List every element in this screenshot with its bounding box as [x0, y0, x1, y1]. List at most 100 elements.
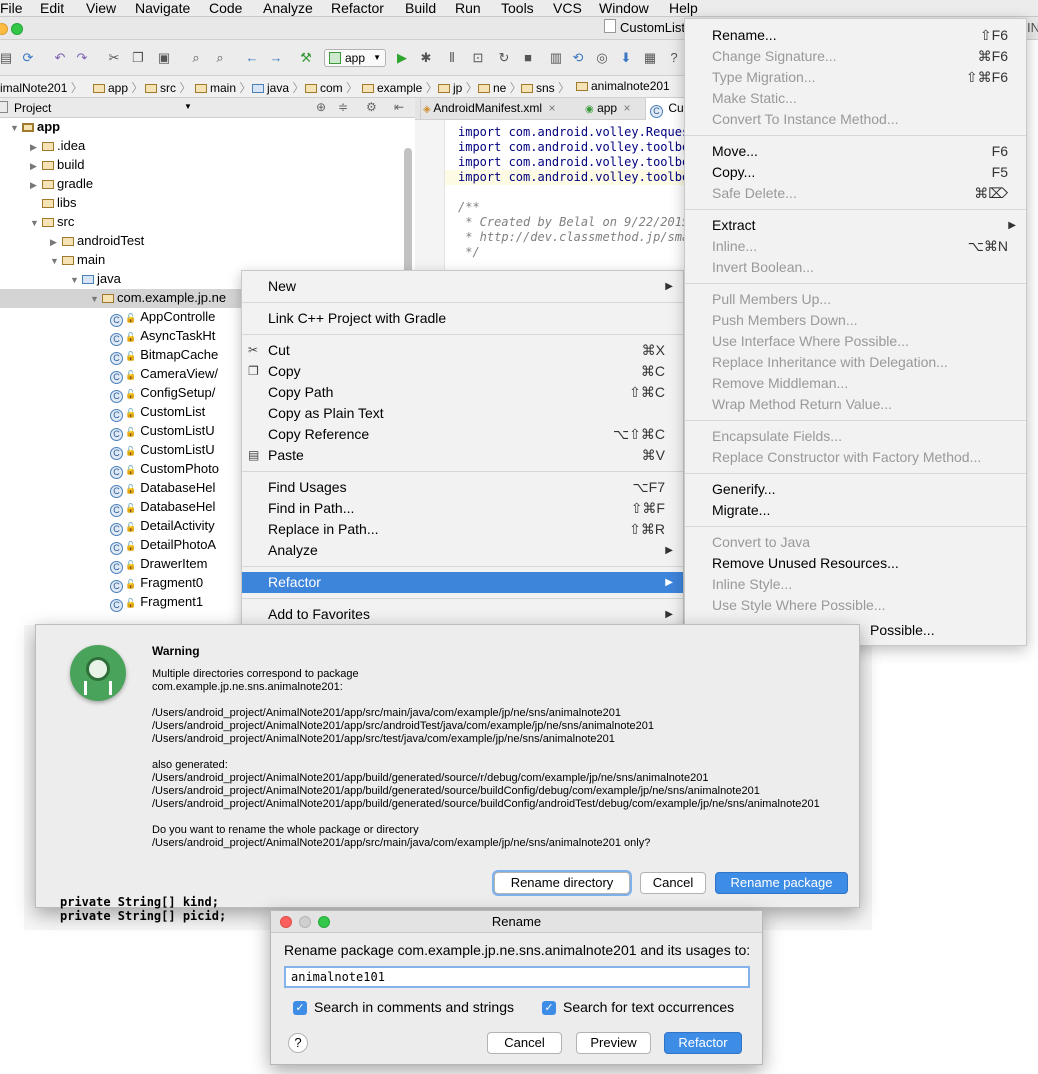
- menu-item-link-c-project-with-gradle[interactable]: Link C++ Project with Gradle: [242, 308, 683, 329]
- search-comments-label[interactable]: Search in comments and strings: [314, 999, 514, 1015]
- tree-item[interactable]: C 🔓 BitmapCache: [110, 345, 218, 365]
- tree-item[interactable]: C 🔓 DatabaseHel: [110, 478, 215, 498]
- undo-icon[interactable]: ↶: [52, 50, 68, 66]
- menu-run[interactable]: Run: [455, 0, 481, 16]
- refactor-button[interactable]: Refactor: [664, 1032, 742, 1054]
- menu-item-copy-reference[interactable]: Copy Reference ⌥⇧⌘C: [242, 424, 683, 445]
- sync-icon[interactable]: ⟳: [20, 50, 36, 66]
- tree-item[interactable]: C 🔓 CustomList: [110, 402, 205, 422]
- tree-item[interactable]: C 🔓 CustomListU: [110, 421, 215, 441]
- android-monitor-icon[interactable]: ◎: [594, 50, 610, 66]
- tree-item[interactable]: C 🔓 AsyncTaskHt: [110, 326, 215, 346]
- menu-analyze[interactable]: Analyze: [263, 0, 313, 16]
- project-structure-icon[interactable]: ▦: [642, 50, 658, 66]
- paste-icon[interactable]: ▣: [156, 50, 172, 66]
- minimize-window-button[interactable]: [0, 23, 8, 35]
- menu-item-generify[interactable]: Generify...: [685, 479, 1026, 500]
- close-icon[interactable]: ×: [623, 101, 630, 115]
- debug-icon[interactable]: ✱: [418, 50, 434, 66]
- gradle-sync-icon[interactable]: ⟲: [570, 50, 586, 66]
- run-config-select[interactable]: app ▼: [324, 49, 386, 67]
- tree-item[interactable]: C 🔓 Fragment0: [110, 573, 203, 593]
- locate-icon[interactable]: ⊕: [316, 100, 326, 114]
- menu-refactor[interactable]: Refactor: [331, 0, 384, 16]
- menu-help[interactable]: Help: [669, 0, 698, 16]
- menu-navigate[interactable]: Navigate: [135, 0, 190, 16]
- make-project-icon[interactable]: ⚒: [298, 50, 314, 66]
- new-name-input[interactable]: animalnote101: [284, 966, 750, 988]
- run-icon[interactable]: ▶: [394, 50, 410, 66]
- chevron-down-icon[interactable]: ▼: [50, 252, 62, 271]
- menu-item-migrate[interactable]: Migrate...: [685, 500, 1026, 521]
- chevron-down-icon[interactable]: ▼: [70, 271, 82, 290]
- help-icon[interactable]: ?: [666, 50, 682, 66]
- menu-vcs[interactable]: VCS: [553, 0, 582, 16]
- tree-item[interactable]: C 🔓 CustomPhoto: [110, 459, 219, 479]
- menu-window[interactable]: Window: [599, 0, 649, 16]
- menu-item-remove-unused-resources[interactable]: Remove Unused Resources...: [685, 553, 1026, 574]
- find-icon[interactable]: ⌕: [188, 50, 204, 66]
- tree-item[interactable]: C 🔓 Fragment1: [110, 592, 203, 612]
- hide-panel-icon[interactable]: ⇤: [394, 100, 404, 114]
- tree-item[interactable]: ▼ java: [70, 269, 121, 288]
- chevron-down-icon[interactable]: ▼: [10, 119, 22, 138]
- tree-item[interactable]: ▼ app: [10, 117, 60, 136]
- menu-item-new[interactable]: New ▶: [242, 276, 683, 297]
- tree-item[interactable]: ▼ main: [50, 250, 105, 269]
- preview-button[interactable]: Preview: [576, 1032, 651, 1054]
- rename-package-button[interactable]: Rename package: [715, 872, 848, 894]
- menu-item-replace-in-path[interactable]: Replace in Path... ⇧⌘R: [242, 519, 683, 540]
- menu-item-find-usages[interactable]: Find Usages ⌥F7: [242, 477, 683, 498]
- breadcrumb-item[interactable]: jp 〉: [438, 79, 478, 96]
- tree-item[interactable]: C 🔓 DetailPhotoA: [110, 535, 216, 555]
- help-button[interactable]: ?: [288, 1033, 308, 1053]
- menu-item-copy-as-plain-text[interactable]: Copy as Plain Text: [242, 403, 683, 424]
- tree-item[interactable]: C 🔓 CustomListU: [110, 440, 215, 460]
- tree-item[interactable]: ▶ androidTest: [50, 231, 144, 250]
- folder-icon[interactable]: ▤: [0, 50, 14, 66]
- menu-code[interactable]: Code: [209, 0, 242, 16]
- gear-icon[interactable]: ⚙: [366, 100, 377, 114]
- replace-icon[interactable]: ⌕: [212, 50, 228, 66]
- cut-icon[interactable]: ✂: [106, 50, 122, 66]
- rename-directory-button[interactable]: Rename directory: [494, 872, 630, 894]
- tab-app[interactable]: ◉ app ×: [585, 101, 630, 115]
- chevron-down-icon[interactable]: ▼: [184, 102, 192, 111]
- breadcrumb-item[interactable]: animalnote201: [576, 79, 670, 93]
- menu-item-move[interactable]: Move... F6: [685, 141, 1026, 162]
- breadcrumb-item[interactable]: java 〉: [252, 79, 304, 96]
- breadcrumb-item[interactable]: example 〉: [362, 79, 438, 96]
- menu-item-find-in-path[interactable]: Find in Path... ⇧⌘F: [242, 498, 683, 519]
- back-icon[interactable]: ←: [244, 50, 260, 66]
- menu-item-cut[interactable]: ✂ Cut ⌘X: [242, 340, 683, 361]
- forward-icon[interactable]: →: [268, 50, 284, 66]
- menu-item-analyze[interactable]: Analyze ▶: [242, 540, 683, 561]
- tree-item[interactable]: C 🔓 AppControlle: [110, 307, 215, 327]
- tree-item[interactable]: libs: [30, 193, 77, 212]
- tree-item[interactable]: C 🔓 CameraView/: [110, 364, 218, 384]
- breadcrumb-item[interactable]: sns 〉: [521, 79, 570, 96]
- menu-item-paste[interactable]: ▤ Paste ⌘V: [242, 445, 683, 466]
- zoom-window-button[interactable]: [11, 23, 23, 35]
- cancel-button[interactable]: Cancel: [640, 872, 706, 894]
- tree-item[interactable]: C 🔓 DetailActivity: [110, 516, 215, 536]
- breadcrumb-item[interactable]: com 〉: [305, 79, 358, 96]
- breadcrumb-item[interactable]: main 〉: [195, 79, 251, 96]
- redo-icon[interactable]: ↷: [74, 50, 90, 66]
- close-icon[interactable]: ×: [548, 101, 555, 115]
- menu-item-copy[interactable]: Copy... F5: [685, 162, 1026, 183]
- sdk-manager-icon[interactable]: ⬇: [618, 50, 634, 66]
- menu-item-rename[interactable]: Rename... ⇧F6: [685, 25, 1026, 46]
- menu-item-extract[interactable]: Extract ▶: [685, 215, 1026, 236]
- search-text-label[interactable]: Search for text occurrences: [563, 999, 734, 1015]
- tree-item[interactable]: C 🔓 DatabaseHel: [110, 497, 215, 517]
- search-comments-checkbox[interactable]: ✓: [293, 1001, 307, 1015]
- chevron-down-icon[interactable]: ▼: [90, 290, 102, 309]
- menu-item-refactor[interactable]: Refactor ▶: [242, 572, 683, 593]
- menu-item-copy-path[interactable]: Copy Path ⇧⌘C: [242, 382, 683, 403]
- cancel-button[interactable]: Cancel: [487, 1032, 562, 1054]
- project-view-label[interactable]: Project: [14, 101, 51, 115]
- menu-edit[interactable]: Edit: [40, 0, 64, 16]
- menu-file[interactable]: File: [0, 0, 23, 16]
- breadcrumb-item[interactable]: app 〉: [93, 79, 143, 96]
